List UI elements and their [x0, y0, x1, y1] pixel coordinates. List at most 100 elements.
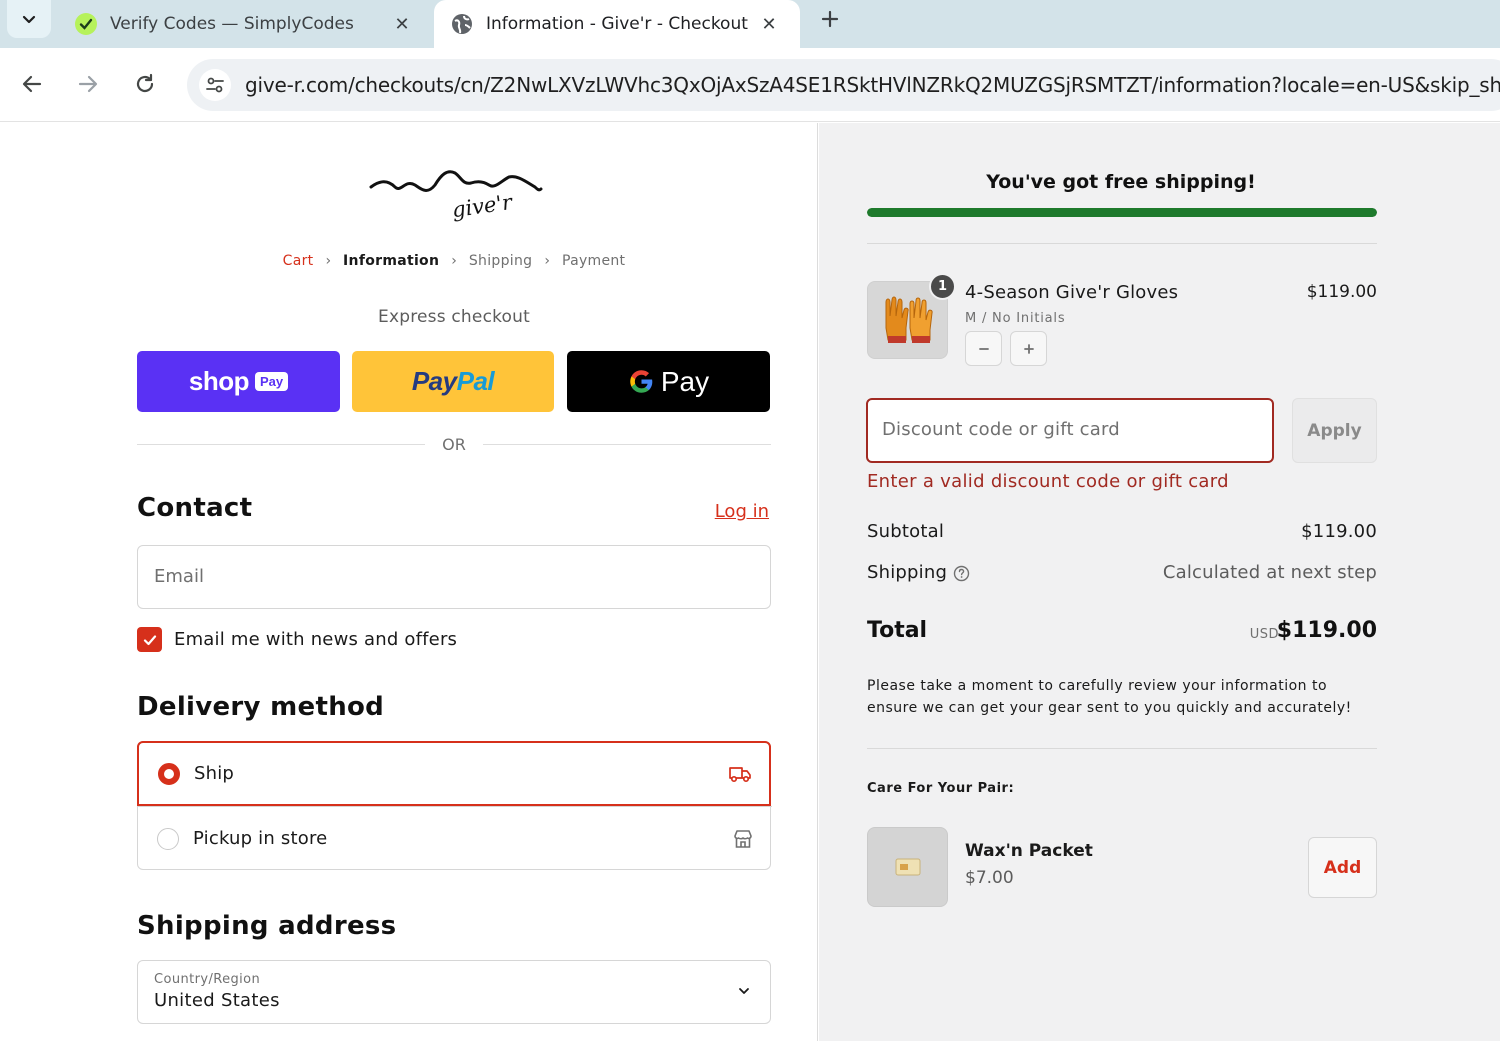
product-thumbnail [867, 827, 948, 907]
total-value: $119.00 [1276, 618, 1377, 643]
order-summary: You've got free shipping! 1 4-Season Giv… [819, 123, 1500, 1041]
chevron-down-icon [22, 15, 36, 24]
tab-simplycodes[interactable]: Verify Codes — SimplyCodes ✕ [58, 0, 433, 48]
chevron-down-icon [734, 981, 754, 1001]
total-label: Total [867, 618, 928, 643]
breadcrumb-payment: Payment [561, 253, 626, 269]
shop-pay-logo: shop Pay [189, 366, 289, 397]
globe-icon [450, 12, 474, 36]
svg-text:give'r: give'r [451, 190, 516, 222]
breadcrumb-information: Information [343, 253, 440, 269]
tune-icon [206, 77, 224, 93]
wax-packet-image [895, 858, 920, 876]
giver-logo: give'r [369, 170, 543, 222]
breadcrumb-cart[interactable]: Cart [283, 253, 314, 269]
plus-icon [821, 10, 839, 28]
free-shipping-progress [867, 208, 1377, 217]
progress-fill [867, 208, 1377, 217]
discount-error-message: Enter a valid discount code or gift card [867, 471, 1229, 492]
subtotal-value: $119.00 [1301, 521, 1377, 542]
shipping-address-heading: Shipping address [137, 911, 397, 941]
product-name: 4-Season Give'r Gloves [965, 282, 1179, 303]
truck-icon [727, 761, 753, 787]
simplycodes-icon [74, 12, 98, 36]
express-checkout-label: Express checkout [378, 307, 530, 327]
email-field[interactable]: Email [137, 545, 771, 609]
back-button[interactable] [16, 68, 48, 100]
checkout-page: give'r Cart › Information › Shipping › P… [0, 123, 1500, 1041]
total-row: Total USD $119.00 [867, 618, 1377, 650]
close-icon[interactable]: ✕ [387, 9, 417, 39]
divider [867, 748, 1377, 749]
discount-placeholder: Discount code or gift card [882, 419, 1120, 440]
plus-icon [1023, 343, 1034, 354]
or-divider: OR [137, 433, 771, 457]
site-info-button[interactable] [199, 69, 231, 101]
shipping-value: Calculated at next step [1162, 562, 1377, 583]
product-variant: M / No Initials [965, 311, 1066, 326]
pickup-radio[interactable] [157, 827, 179, 850]
delivery-option-pickup[interactable]: Pickup in store [138, 806, 772, 870]
shipping-label: Shipping [867, 562, 948, 583]
gloves-image [885, 296, 933, 343]
checkmark-icon [143, 634, 156, 645]
shop-pay-button[interactable]: shop Pay [137, 351, 340, 412]
reload-button[interactable] [129, 68, 161, 100]
browser-tab-strip: Verify Codes — SimplyCodes ✕ Information… [0, 0, 1500, 48]
country-label: Country/Region [154, 972, 261, 987]
checkout-main: give'r Cart › Information › Shipping › P… [0, 123, 818, 1041]
delivery-option-label: Ship [194, 763, 235, 784]
chevron-right-icon: › [451, 253, 457, 269]
upsell-name: Wax'n Packet [965, 841, 1093, 861]
ship-radio[interactable] [158, 762, 180, 785]
store-icon [730, 826, 756, 852]
free-shipping-message: You've got free shipping! [986, 171, 1256, 193]
login-link[interactable]: Log in [715, 501, 769, 522]
google-g-icon [630, 370, 653, 393]
decrease-quantity-button[interactable] [965, 331, 1002, 366]
delivery-option-ship[interactable]: Ship [137, 741, 771, 806]
tab-checkout[interactable]: Information - Give'r - Checkout ✕ [434, 0, 800, 48]
apply-discount-button[interactable]: Apply [1292, 398, 1377, 463]
country-value: United States [154, 990, 280, 1011]
newsletter-label: Email me with news and offers [174, 629, 458, 650]
review-note: Please take a moment to carefully review… [867, 678, 1352, 716]
country-select[interactable]: Country/Region United States [137, 960, 771, 1024]
discount-code-field[interactable]: Discount code or gift card [866, 398, 1274, 463]
new-tab-button[interactable] [815, 4, 845, 34]
subtotal-label: Subtotal [867, 521, 945, 542]
tab-title: Verify Codes — SimplyCodes [110, 14, 354, 34]
breadcrumb: Cart › Information › Shipping › Payment [137, 253, 771, 269]
chevron-right-icon: › [325, 253, 332, 269]
paypal-button[interactable]: PayPal [352, 351, 554, 412]
delivery-method-group: Ship Pickup in store [137, 741, 772, 870]
minus-icon [978, 347, 989, 350]
google-pay-logo: Pay [628, 366, 709, 398]
google-pay-button[interactable]: Pay [567, 351, 770, 412]
close-icon[interactable]: ✕ [754, 9, 784, 39]
contact-heading: Contact [137, 493, 253, 523]
browser-toolbar: give-r.com/checkouts/cn/Z2NwLXVzLWVhc3Qx… [0, 48, 1500, 122]
help-icon[interactable] [953, 565, 970, 582]
total-currency: USD [1249, 627, 1279, 642]
delivery-heading: Delivery method [137, 692, 385, 722]
add-upsell-button[interactable]: Add [1308, 837, 1377, 898]
delivery-option-label: Pickup in store [193, 828, 328, 849]
email-placeholder: Email [154, 566, 204, 587]
increase-quantity-button[interactable] [1010, 331, 1047, 366]
url-text: give-r.com/checkouts/cn/Z2NwLXVzLWVhc3Qx… [245, 73, 1500, 97]
upsell-heading: Care For Your Pair: [867, 781, 1015, 796]
tab-search-button[interactable] [7, 0, 51, 38]
line-item: 1 4-Season Give'r Gloves M / No Initials… [867, 273, 1377, 370]
address-bar[interactable]: give-r.com/checkouts/cn/Z2NwLXVzLWVhc3Qx… [187, 59, 1500, 111]
upsell-item: Wax'n Packet $7.00 Add [867, 827, 1377, 909]
upsell-price: $7.00 [965, 868, 1014, 888]
chevron-right-icon: › [544, 253, 550, 269]
subtotal-row: Subtotal $119.00 [867, 521, 1377, 542]
tab-title: Information - Give'r - Checkout [486, 14, 748, 34]
breadcrumb-shipping: Shipping [468, 253, 533, 269]
forward-button[interactable] [72, 68, 104, 100]
newsletter-checkbox[interactable] [137, 627, 162, 652]
shipping-row: Shipping Calculated at next step [867, 562, 1377, 583]
newsletter-option[interactable]: Email me with news and offers [137, 627, 457, 652]
